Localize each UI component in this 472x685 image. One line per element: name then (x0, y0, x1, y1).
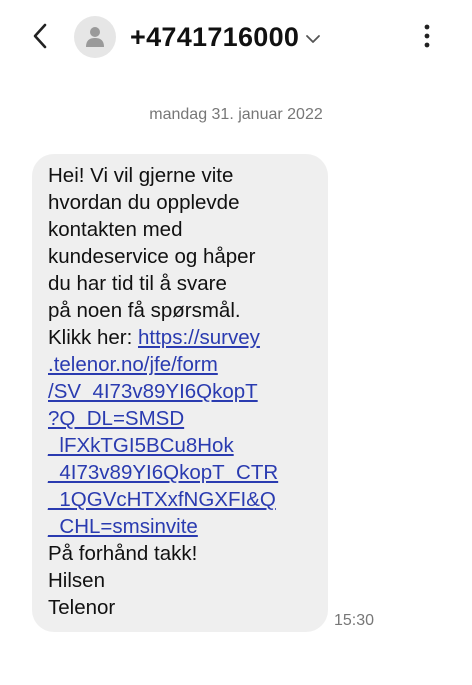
survey-link[interactable]: .telenor.no/jfe/form (48, 351, 318, 378)
survey-link[interactable]: _lFXkTGI5BCu8Hok (48, 432, 318, 459)
survey-link[interactable]: _1QGVcHTXxfNGXFI&Q (48, 486, 318, 513)
survey-link[interactable]: ?Q_DL=SMSD (48, 405, 318, 432)
person-icon (86, 27, 104, 47)
message-line: kundeservice og håper (48, 245, 256, 268)
message-line: På forhånd takk! (48, 542, 198, 565)
message-line: Hei! Vi vil gjerne vite (48, 164, 234, 187)
message-bubble[interactable]: Hei! Vi vil gjerne vite hvordan du opple… (32, 154, 328, 632)
more-options-button[interactable] (412, 18, 442, 54)
message-line: på noen få spørsmål. (48, 299, 241, 322)
contact-number: +4741716000 (130, 21, 300, 52)
message-line: kontakten med (48, 218, 183, 241)
conversation-header: +4741716000 (0, 0, 472, 76)
message-line: Telenor (48, 596, 116, 619)
back-button[interactable] (22, 18, 58, 54)
message-line: Klikk her: https://survey (48, 324, 318, 351)
message-line: hvordan du opplevde (48, 191, 240, 214)
survey-link[interactable]: _4I73v89YI6QkopT_CTR (48, 459, 318, 486)
date-separator: mandag 31. januar 2022 (149, 106, 323, 123)
more-vertical-icon (424, 24, 430, 48)
message-line: Hilsen (48, 569, 105, 592)
message-line: du har tid til å svare (48, 272, 227, 295)
contact-avatar[interactable] (74, 16, 116, 58)
survey-link[interactable]: _CHL=smsinvite (48, 513, 318, 540)
link-prefix: Klikk her: (48, 326, 138, 349)
survey-link[interactable]: /SV_4I73v89YI6QkopT (48, 378, 318, 405)
survey-link[interactable]: https://survey (138, 326, 260, 349)
contact-selector[interactable]: +4741716000 (130, 16, 321, 58)
message-timestamp: 15:30 (334, 612, 375, 629)
chevron-left-icon (33, 23, 47, 49)
chevron-down-icon (305, 34, 321, 44)
